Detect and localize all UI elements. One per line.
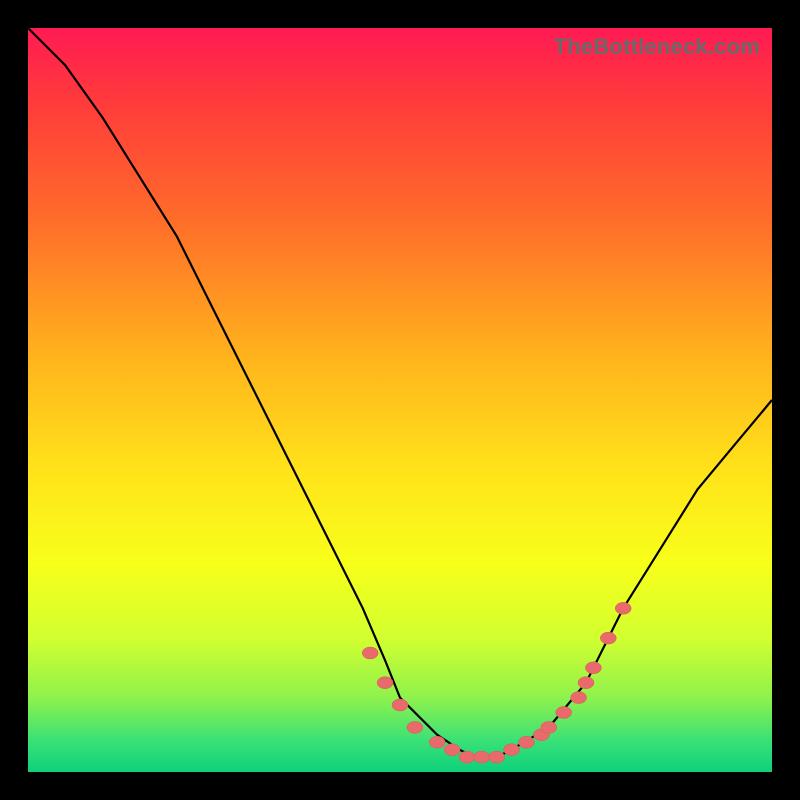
bottleneck-curve — [28, 28, 772, 757]
highlight-dot — [429, 736, 445, 748]
highlight-dot — [489, 751, 505, 763]
highlight-dot — [585, 662, 601, 674]
highlight-dot — [377, 677, 393, 689]
highlight-dot — [474, 751, 490, 763]
highlight-dot — [407, 721, 423, 733]
highlight-dot — [615, 602, 631, 614]
highlight-dot — [519, 736, 535, 748]
chart-frame: TheBottleneck.com — [0, 0, 800, 800]
highlight-dot — [541, 721, 557, 733]
highlight-dot — [362, 647, 378, 659]
highlight-dot — [504, 744, 520, 756]
highlight-dot — [459, 751, 475, 763]
highlight-dot — [578, 677, 594, 689]
highlight-dot — [392, 699, 408, 711]
highlight-dots — [362, 602, 631, 763]
highlight-dot — [556, 707, 572, 719]
curve-svg — [28, 28, 772, 772]
highlight-dot — [600, 632, 616, 644]
highlight-dot — [444, 744, 460, 756]
plot-area: TheBottleneck.com — [28, 28, 772, 772]
highlight-dot — [571, 692, 587, 704]
